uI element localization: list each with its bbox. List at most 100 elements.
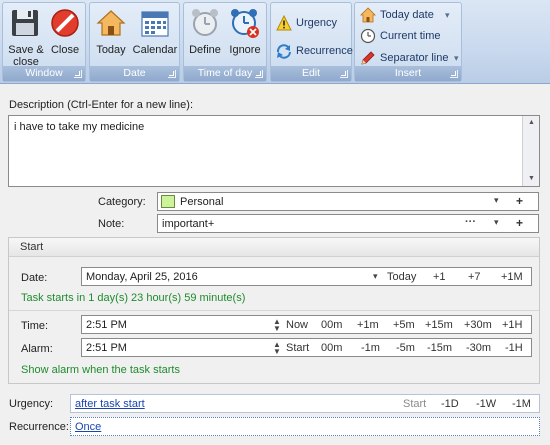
alarm-minus-30m-button[interactable]: -30m (466, 342, 491, 354)
calendar-button[interactable]: Calendar (132, 6, 178, 66)
today-date-button[interactable]: Today date ▾ (360, 5, 460, 25)
urgency-field[interactable]: after task start Start -1D -1W -1M (70, 394, 540, 413)
date-label: Date: (21, 272, 48, 284)
separator-line-button[interactable]: Separator line ▾ (360, 48, 460, 68)
ribbon-group-label-edit: Edit (271, 66, 351, 81)
window-group-launcher-icon[interactable] (74, 70, 82, 78)
date-plus-1m-button[interactable]: +1M (501, 271, 523, 283)
save-close-label: Save & close (8, 44, 44, 68)
today-label: Today (96, 44, 126, 56)
house-icon (96, 10, 126, 36)
start-section: Start Date: Monday, April 25, 2016 ▾ Tod… (8, 237, 540, 384)
category-select[interactable]: Personal ▾ + (157, 192, 539, 211)
urgency-start-button[interactable]: Start (403, 398, 426, 410)
close-label: Close (50, 44, 80, 56)
today-button[interactable]: Today (92, 6, 130, 66)
alarm-input[interactable]: 2:51 PM ▲ ▼ Start 00m -1m -5m -15m -30m -… (81, 338, 532, 357)
time-spinner-icon[interactable]: ▲ ▼ (273, 318, 281, 333)
warning-icon (276, 15, 292, 31)
alarm-clock-cancel-icon (231, 9, 259, 38)
date-group-launcher-icon[interactable] (168, 70, 176, 78)
category-add-icon[interactable]: + (516, 194, 523, 208)
ribbon-group-label-window: Window (3, 66, 85, 81)
calendar-icon (141, 11, 169, 37)
urgency-button[interactable]: Urgency (276, 13, 350, 33)
time-plus-1m-button[interactable]: +1m (357, 319, 379, 331)
alarm-minus-1h-button[interactable]: -1H (505, 342, 523, 354)
separator-line-label: Separator line (380, 52, 449, 64)
recurrence-button[interactable]: Recurrence (276, 41, 353, 61)
alarm-00m-button[interactable]: 00m (321, 342, 342, 354)
date-value: Monday, April 25, 2016 (86, 271, 198, 283)
current-time-button[interactable]: Current time (360, 26, 460, 46)
time-of-day-group-launcher-icon[interactable] (255, 70, 263, 78)
date-dropdown-icon[interactable]: ▾ (373, 271, 378, 282)
time-input[interactable]: 2:51 PM ▲ ▼ Now 00m +1m +5m +15m +30m +1H (81, 315, 532, 334)
separator-line-dropdown-icon[interactable]: ▾ (454, 48, 459, 68)
ignore-button[interactable]: Ignore (226, 6, 264, 66)
recurrence-field[interactable]: Once (70, 417, 540, 436)
ignore-label: Ignore (229, 44, 261, 56)
start-section-title: Start (20, 241, 44, 253)
urgency-minus-1w-button[interactable]: -1W (476, 398, 496, 410)
scroll-up-icon[interactable]: ▲ (523, 116, 540, 130)
note-select[interactable]: important+ ··· ▾ + (157, 214, 539, 233)
urgency-label: Urgency: (9, 398, 54, 410)
save-close-button[interactable]: Save & close (5, 6, 45, 68)
date-plus-7-button[interactable]: +7 (468, 271, 481, 283)
today-date-dropdown-icon[interactable]: ▾ (445, 5, 450, 25)
current-time-label: Current time (380, 30, 441, 42)
ribbon-group-time-of-day: Define Ignore Time of day (183, 2, 267, 82)
time-plus-15m-button[interactable]: +15m (425, 319, 453, 331)
today-date-label: Today date (380, 9, 434, 21)
edit-group-launcher-icon[interactable] (340, 70, 348, 78)
alarm-label: Alarm: (21, 343, 53, 355)
close-button[interactable]: Close (47, 6, 83, 66)
time-value: 2:51 PM (86, 319, 127, 331)
time-00m-button[interactable]: 00m (321, 319, 342, 331)
ribbon-group-window: Save & close Close Window (2, 2, 86, 82)
alarm-start-button[interactable]: Start (286, 342, 309, 354)
alarm-spinner-icon[interactable]: ▲ ▼ (273, 341, 281, 356)
date-input[interactable]: Monday, April 25, 2016 ▾ Today +1 +7 +1M (81, 267, 532, 286)
ribbon-group-insert: Today date ▾ Current time Separator line… (354, 2, 462, 82)
ribbon-group-label-time-of-day: Time of day (184, 66, 266, 81)
ribbon-group-label-date: Date (90, 66, 179, 81)
category-dropdown-icon[interactable]: ▾ (494, 195, 499, 206)
note-more-icon[interactable]: ··· (465, 216, 476, 228)
alarm-minus-1m-button[interactable]: -1m (361, 342, 380, 354)
scroll-down-icon[interactable]: ▼ (523, 172, 540, 186)
define-label: Define (189, 44, 221, 56)
note-label: Note: (98, 218, 125, 230)
category-label: Category: (98, 196, 146, 208)
define-button[interactable]: Define (186, 6, 224, 66)
pencil-icon (361, 51, 375, 65)
time-plus-30m-button[interactable]: +30m (464, 319, 492, 331)
time-plus-5m-button[interactable]: +5m (393, 319, 415, 331)
no-entry-icon (51, 9, 79, 37)
time-plus-1h-button[interactable]: +1H (502, 319, 523, 331)
date-plus-1-button[interactable]: +1 (433, 271, 446, 283)
alarm-note-text: Show alarm when the task starts (21, 364, 180, 376)
ribbon-group-date: Today Calendar Date (89, 2, 180, 82)
floppy-disk-icon (12, 10, 38, 36)
ribbon-group-edit: Urgency Recurrence Edit (270, 2, 353, 82)
description-scrollbar[interactable]: ▲ ▼ (522, 116, 539, 186)
urgency-minus-1m-button[interactable]: -1M (512, 398, 531, 410)
alarm-minus-5m-button[interactable]: -5m (396, 342, 415, 354)
note-add-icon[interactable]: + (516, 216, 523, 230)
insert-group-launcher-icon[interactable] (450, 70, 458, 78)
recurrence-label: Recurrence: (9, 421, 69, 433)
time-now-button[interactable]: Now (286, 319, 308, 331)
ribbon-toolbar: Save & close Close Window Today Calendar… (0, 0, 550, 84)
calendar-label: Calendar (132, 44, 178, 56)
house-small-icon (360, 7, 376, 23)
date-today-button[interactable]: Today (387, 271, 416, 283)
urgency-value-link[interactable]: after task start (75, 398, 145, 410)
time-label: Time: (21, 320, 49, 332)
note-dropdown-icon[interactable]: ▾ (494, 217, 499, 228)
description-textarea[interactable]: i have to take my medicine ▲ ▼ (8, 115, 540, 187)
recurrence-value-link[interactable]: Once (75, 421, 101, 433)
alarm-minus-15m-button[interactable]: -15m (427, 342, 452, 354)
urgency-minus-1d-button[interactable]: -1D (441, 398, 459, 410)
